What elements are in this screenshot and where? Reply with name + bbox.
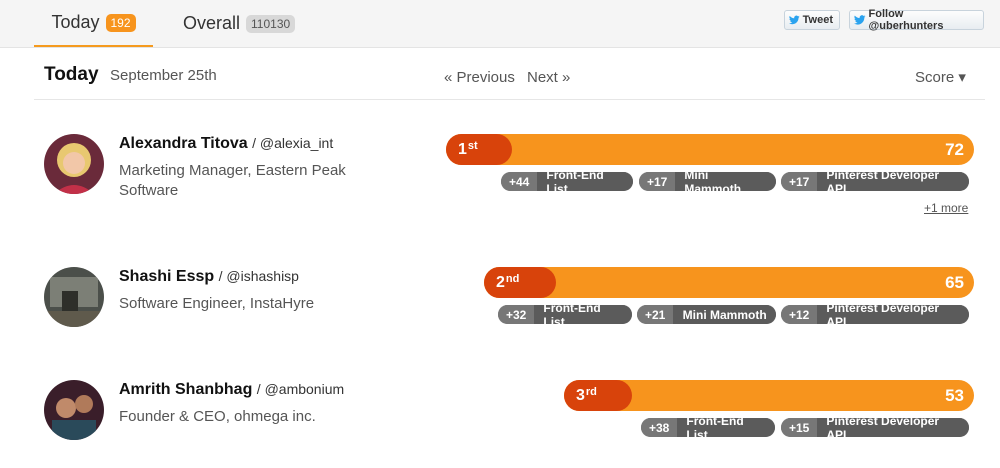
tag-name: Pinterest Developer API	[817, 418, 969, 437]
score-value: 53	[945, 385, 964, 405]
user-name-line: Shashi Essp / @ishashisp	[119, 268, 299, 286]
rank-number: 2	[496, 273, 505, 291]
tag-name: Mini Mammoth	[675, 172, 776, 191]
project-tag[interactable]: +17 Pinterest Developer API	[781, 172, 969, 191]
user-handle[interactable]: / @ambonium	[257, 381, 344, 397]
score-bar: 2nd 65	[484, 267, 974, 298]
user-name[interactable]: Amrith Shanbhag	[119, 381, 252, 398]
tweet-button[interactable]: Tweet	[784, 10, 840, 30]
top-bar: Today 192 Overall 110130 Tweet Follow @u…	[0, 0, 1000, 48]
tag-points: +17	[781, 172, 818, 191]
tweet-label: Tweet	[802, 14, 833, 26]
user-name[interactable]: Shashi Essp	[119, 268, 214, 285]
user-role: Marketing Manager, Eastern Peak Software	[119, 162, 346, 199]
tag-name: Front-End List	[677, 418, 775, 437]
day-header: Today September 25th « Previous Next » S…	[34, 48, 985, 100]
user-name-line: Alexandra Titova / @alexia_int	[119, 135, 333, 153]
tag-name: Pinterest Developer API	[817, 305, 969, 324]
rank-badge: 1st	[446, 134, 512, 165]
score-value: 72	[945, 139, 964, 159]
rank-number: 3	[576, 386, 585, 404]
rank-suffix: rd	[585, 385, 597, 398]
project-tag[interactable]: +38 Front-End List	[641, 418, 775, 437]
user-handle[interactable]: / @alexia_int	[252, 135, 333, 151]
follow-label: Follow @uberhunters	[868, 8, 944, 32]
score-bar: 3rd 53	[564, 380, 974, 411]
follow-button[interactable]: Follow @uberhunters	[849, 8, 984, 32]
page-title: Today	[44, 64, 99, 85]
more-tags-link[interactable]: +1 more	[924, 201, 968, 215]
user-name-line: Amrith Shanbhag / @ambonium	[119, 381, 344, 399]
tag-points: +17	[639, 172, 676, 191]
rank-suffix: nd	[505, 272, 520, 285]
tag-name: Front-End List	[537, 172, 633, 191]
tab-overall-count: 110130	[246, 14, 296, 33]
project-tag[interactable]: +21 Mini Mammoth	[637, 305, 776, 324]
avatar[interactable]	[44, 134, 104, 194]
tag-points: +32	[498, 305, 535, 324]
tab-overall[interactable]: Overall 110130	[183, 0, 296, 47]
tab-today[interactable]: Today 192	[34, 0, 153, 47]
user-name[interactable]: Alexandra Titova	[119, 135, 248, 152]
user-handle[interactable]: / @ishashisp	[219, 268, 299, 284]
previous-link[interactable]: « Previous	[444, 69, 515, 86]
tab-overall-label: Overall	[183, 13, 241, 33]
project-tag[interactable]: +44 Front-End List	[501, 172, 633, 191]
project-tag[interactable]: +32 Front-End List	[498, 305, 632, 324]
avatar[interactable]	[44, 267, 104, 327]
project-tag[interactable]: +15 Pinterest Developer API	[781, 418, 969, 437]
avatar[interactable]	[44, 380, 104, 440]
tag-points: +38	[641, 418, 678, 437]
project-tag[interactable]: +12 Pinterest Developer API	[781, 305, 969, 324]
twitter-bird-icon	[854, 15, 866, 25]
tag-points: +15	[781, 418, 818, 437]
rank-suffix: st	[467, 139, 478, 152]
rank-badge: 3rd	[564, 380, 632, 411]
tab-today-count: 192	[105, 13, 136, 32]
rank-badge: 2nd	[484, 267, 556, 298]
tag-name: Pinterest Developer API	[817, 172, 969, 191]
tag-name: Mini Mammoth	[673, 305, 776, 324]
rank-number: 1	[458, 140, 467, 158]
tag-points: +44	[501, 172, 538, 191]
next-link[interactable]: Next »	[527, 69, 570, 86]
score-bar: 1st 72	[446, 134, 974, 165]
tag-points: +21	[637, 305, 674, 324]
score-sort-dropdown[interactable]: Score ▾	[915, 68, 966, 86]
tag-name: Front-End List	[534, 305, 632, 324]
project-tag[interactable]: +17 Mini Mammoth	[639, 172, 776, 191]
page-date: September 25th	[110, 67, 217, 84]
tag-points: +12	[781, 305, 818, 324]
tab-today-label: Today	[51, 12, 100, 32]
twitter-bird-icon	[789, 15, 800, 25]
user-role: Software Engineer, InstaHyre	[119, 295, 315, 312]
score-value: 65	[945, 272, 964, 292]
user-role: Founder & CEO, ohmega inc.	[119, 408, 316, 425]
